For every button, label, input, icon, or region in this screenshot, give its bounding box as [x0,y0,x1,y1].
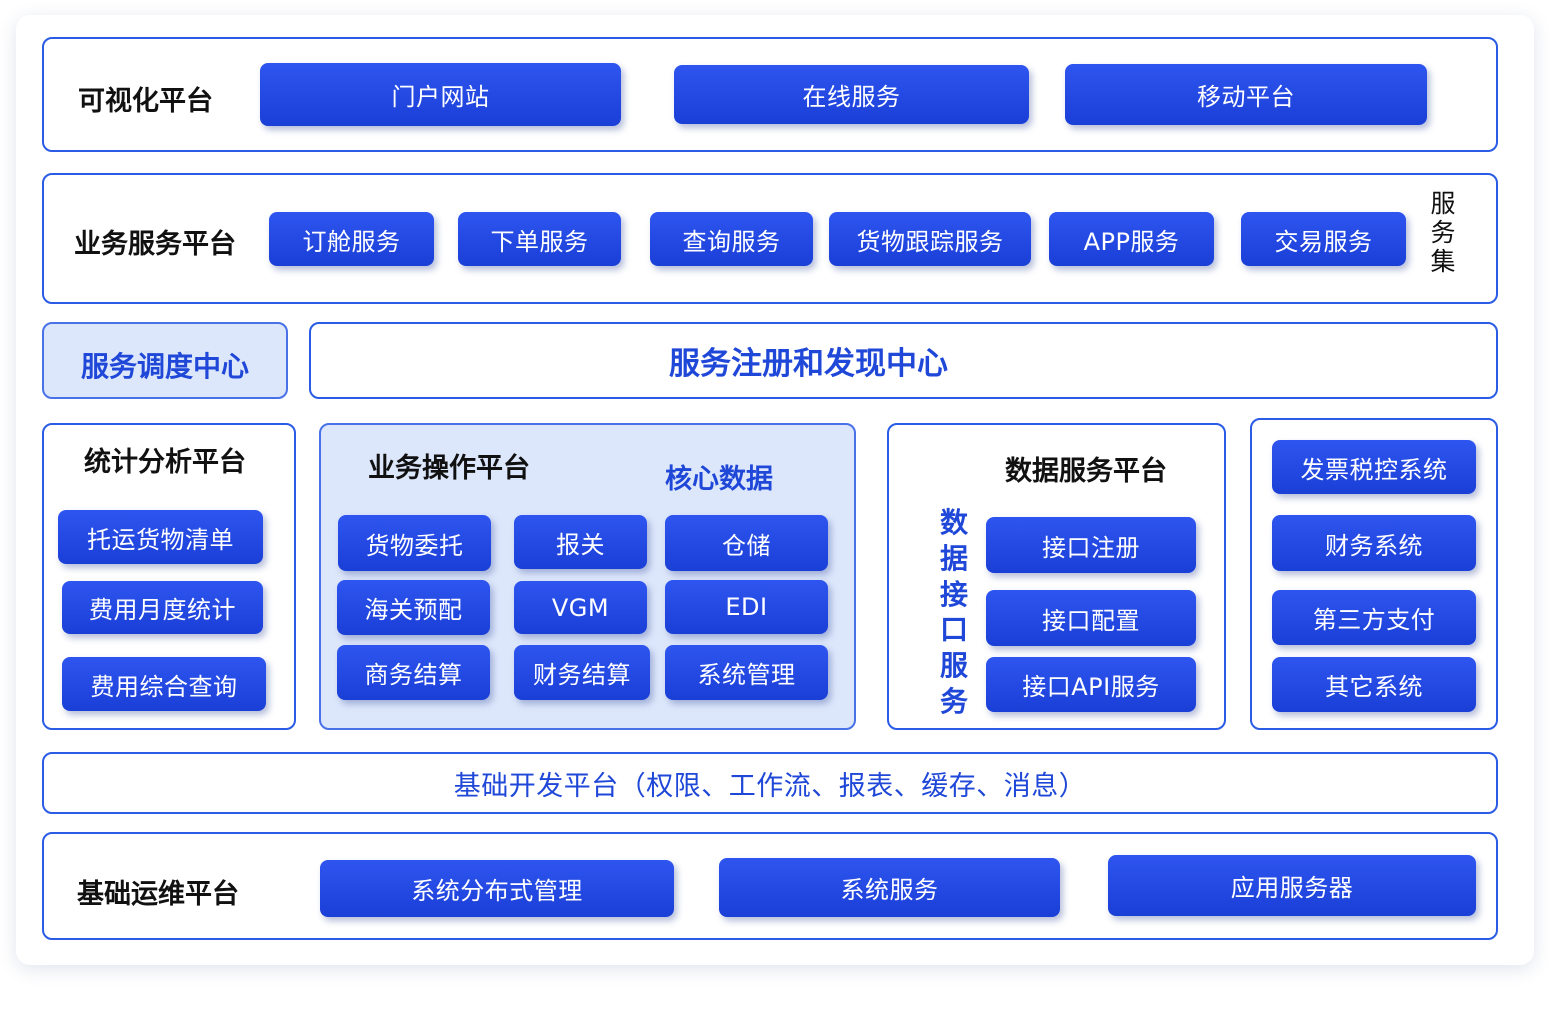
other-systems-button[interactable]: 其它系统 [1272,657,1476,712]
warehouse-button[interactable]: 仓储 [665,515,828,571]
monthly-fee-stats-button[interactable]: 费用月度统计 [62,581,263,634]
data-interface-service-label: 数 据 接 口 服 务 [936,505,972,720]
service-set-char: 集 [1430,246,1456,276]
application-server-button[interactable]: 应用服务器 [1108,855,1476,916]
financial-settlement-button[interactable]: 财务结算 [514,645,650,700]
data-interface-char: 服 [939,649,968,683]
system-service-button[interactable]: 系统服务 [719,858,1060,917]
invoice-tax-system-button[interactable]: 发票税控系统 [1272,440,1476,494]
app-service-button[interactable]: APP服务 [1049,212,1214,266]
base-dev-platform-title: 基础开发平台（权限、工作流、报表、缓存、消息） [453,770,1087,802]
customs-declaration-button[interactable]: 报关 [514,515,647,569]
business-service-platform-title: 业务服务平台 [74,229,236,260]
stats-platform-title: 统计分析平台 [84,447,246,478]
core-data-label: 核心数据 [665,464,773,495]
cargo-tracking-service-button[interactable]: 货物跟踪服务 [829,212,1031,266]
business-settlement-button[interactable]: 商务结算 [337,645,490,700]
data-interface-char: 数 [939,506,968,539]
booking-service-button[interactable]: 订舱服务 [269,212,434,266]
visualization-platform-title: 可视化平台 [78,86,213,117]
fee-query-button[interactable]: 费用综合查询 [62,657,266,711]
query-service-button[interactable]: 查询服务 [650,212,813,266]
consignment-list-button[interactable]: 托运货物清单 [58,510,263,564]
service-dispatch-center-title: 服务调度中心 [80,349,249,383]
data-service-platform-title: 数据服务平台 [1005,456,1167,487]
distributed-management-button[interactable]: 系统分布式管理 [320,860,674,917]
portal-site-button[interactable]: 门户网站 [260,63,621,126]
interface-api-service-button[interactable]: 接口API服务 [986,657,1196,712]
trade-service-button[interactable]: 交易服务 [1241,212,1406,266]
online-service-button[interactable]: 在线服务 [674,65,1029,124]
mobile-platform-button[interactable]: 移动平台 [1065,64,1427,125]
system-management-button[interactable]: 系统管理 [665,645,828,700]
edi-button[interactable]: EDI [665,580,828,634]
finance-system-button[interactable]: 财务系统 [1272,515,1476,571]
interface-register-button[interactable]: 接口注册 [986,517,1196,573]
service-set-char: 服 [1430,189,1456,218]
service-registry-center-title: 服务注册和发现中心 [669,346,948,382]
customs-prematching-button[interactable]: 海关预配 [337,580,490,635]
data-interface-char: 据 [939,541,968,575]
ops-platform-title: 基础运维平台 [77,879,239,910]
order-service-button[interactable]: 下单服务 [458,212,621,266]
vgm-button[interactable]: VGM [514,581,647,634]
data-interface-char: 务 [939,685,968,719]
service-set-char: 务 [1430,217,1456,247]
data-interface-char: 接 [939,577,968,611]
operation-platform-title: 业务操作平台 [368,453,530,484]
service-set-label: 服 务 集 [1428,189,1458,276]
cargo-consignment-button[interactable]: 货物委托 [338,515,491,571]
data-interface-char: 口 [939,613,968,647]
third-party-payment-button[interactable]: 第三方支付 [1272,590,1476,645]
interface-config-button[interactable]: 接口配置 [986,590,1196,646]
